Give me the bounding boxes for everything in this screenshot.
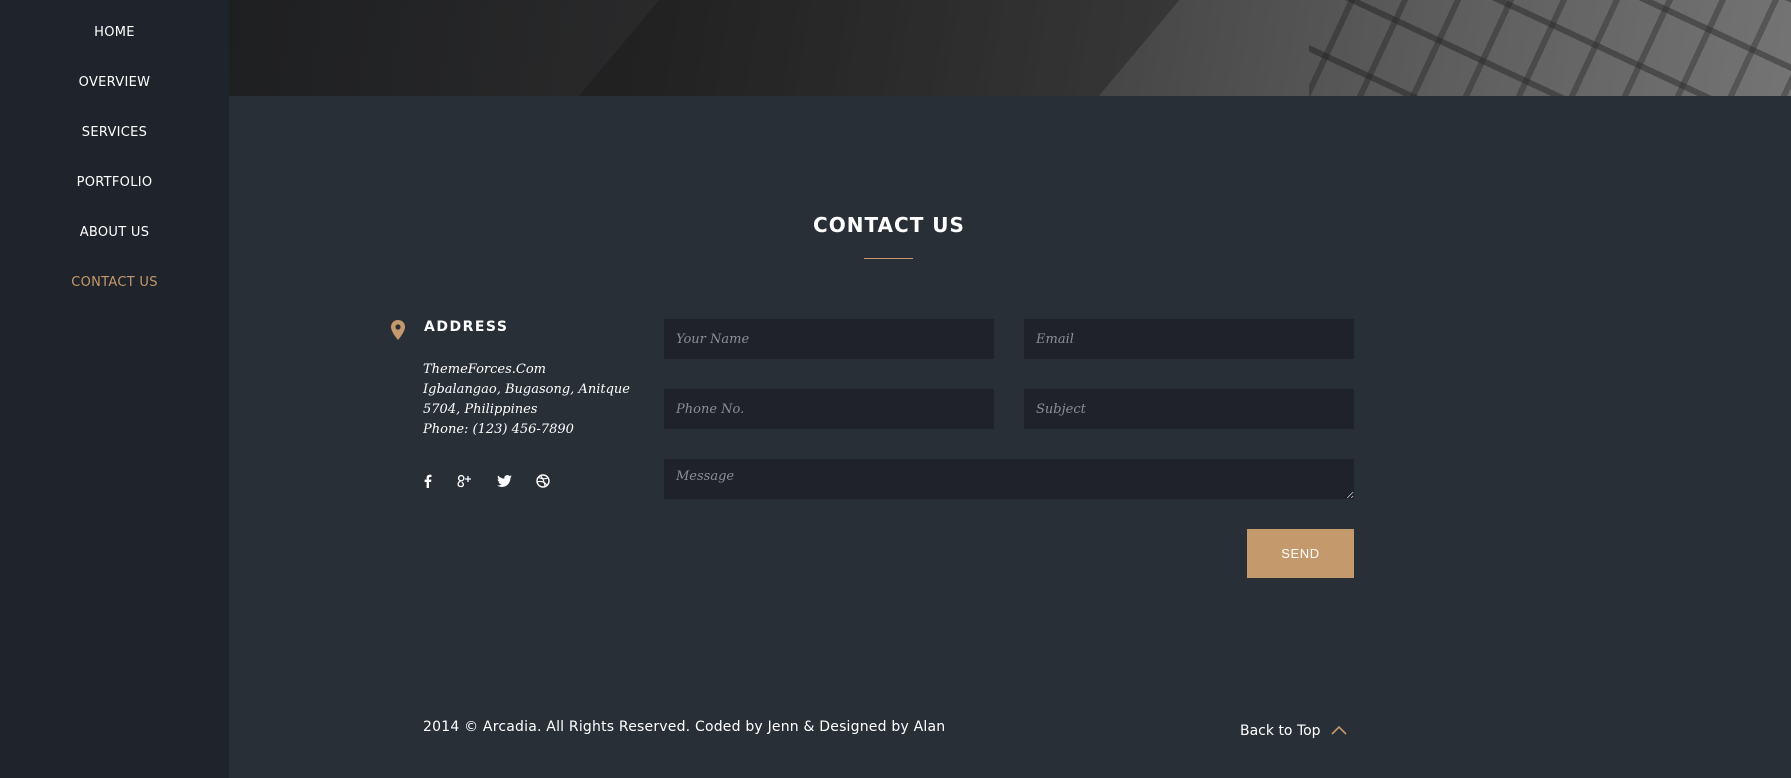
google-plus-icon[interactable]: [454, 471, 474, 491]
address-heading: ADDRESS: [424, 319, 509, 335]
keyboard-texture: [1309, 0, 1791, 96]
nav-item-contact-us[interactable]: CONTACT US: [0, 273, 229, 323]
address-line-phone: Phone: (123) 456-7890: [423, 422, 574, 437]
address-line-city: 5704, Philippines: [423, 402, 538, 417]
title-underline: [864, 258, 913, 259]
back-to-top-link[interactable]: Back to Top: [1240, 723, 1347, 739]
dribbble-icon[interactable]: [533, 471, 553, 491]
facebook-icon[interactable]: [418, 471, 438, 491]
sidebar-nav: HOME OVERVIEW SERVICES PORTFOLIO ABOUT U…: [0, 0, 229, 778]
send-button[interactable]: SEND: [1247, 529, 1354, 578]
address-line-company: ThemeForces.Com: [423, 362, 546, 377]
message-textarea[interactable]: [664, 459, 1354, 499]
twitter-icon[interactable]: [494, 471, 514, 491]
copyright-text: 2014 © Arcadia. All Rights Reserved. Cod…: [423, 719, 946, 735]
chevron-up-icon: [1331, 723, 1347, 739]
back-to-top-label: Back to Top: [1240, 723, 1321, 739]
nav-item-overview[interactable]: OVERVIEW: [0, 73, 229, 123]
subject-input[interactable]: [1024, 389, 1354, 429]
nav-item-home[interactable]: HOME: [0, 23, 229, 73]
address-block: ThemeForces.Com Igbalangao, Bugasong, An…: [423, 360, 630, 440]
map-pin-icon: [391, 320, 405, 340]
hero-banner-image: [229, 0, 1791, 96]
nav-item-portfolio[interactable]: PORTFOLIO: [0, 173, 229, 223]
name-input[interactable]: [664, 319, 994, 359]
nav-item-about-us[interactable]: ABOUT US: [0, 223, 229, 273]
nav-list: HOME OVERVIEW SERVICES PORTFOLIO ABOUT U…: [0, 0, 229, 323]
section-title: CONTACT US: [813, 213, 965, 237]
email-input[interactable]: [1024, 319, 1354, 359]
phone-input[interactable]: [664, 389, 994, 429]
hero-shadow: [525, 0, 1213, 96]
nav-item-services[interactable]: SERVICES: [0, 123, 229, 173]
address-line-street: Igbalangao, Bugasong, Anitque: [423, 382, 630, 397]
